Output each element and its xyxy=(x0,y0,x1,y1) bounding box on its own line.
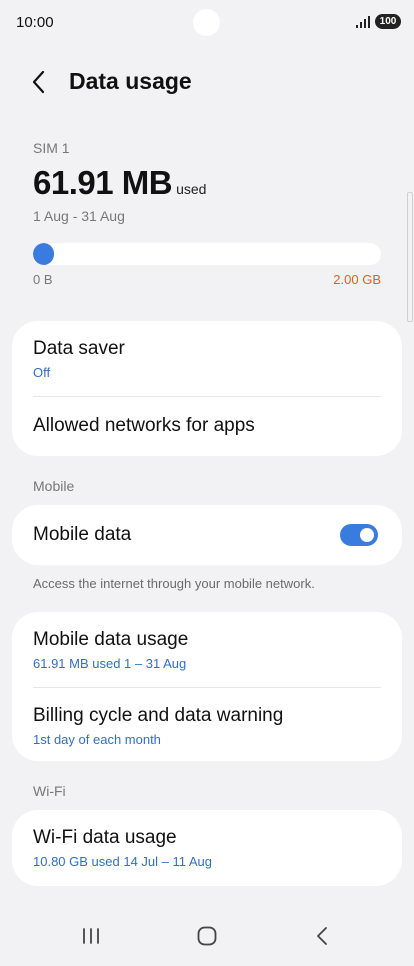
billing-cycle-item[interactable]: Billing cycle and data warning 1st day o… xyxy=(12,688,402,763)
camera-cutout xyxy=(193,9,220,36)
recent-apps-icon[interactable] xyxy=(79,924,103,948)
header: Data usage xyxy=(0,60,414,104)
wifi-data-usage-item[interactable]: Wi-Fi data usage 10.80 GB used 14 Jul – … xyxy=(12,810,402,886)
navigation-bar xyxy=(0,912,414,962)
toggle-knob xyxy=(360,528,374,542)
billing-cycle-sub: 1st day of each month xyxy=(33,732,161,747)
wifi-data-usage-sub: 10.80 GB used 14 Jul – 11 Aug xyxy=(33,854,213,869)
allowed-networks-item[interactable]: Allowed networks for apps xyxy=(12,397,402,455)
section-label-wifi: Wi-Fi xyxy=(33,783,66,799)
mobile-data-item[interactable]: Mobile data xyxy=(12,505,402,565)
data-saver-status: Off xyxy=(33,365,51,380)
mobile-data-toggle[interactable] xyxy=(340,524,378,546)
data-saver-label: Data saver xyxy=(33,338,125,359)
usage-progress-fill xyxy=(33,243,54,265)
progress-max-label: 2.00 GB xyxy=(333,272,381,287)
status-bar: 10:00 100 xyxy=(0,0,414,44)
mobile-data-helper: Access the internet through your mobile … xyxy=(33,576,315,591)
wifi-usage-card: Wi-Fi data usage 10.80 GB used 14 Jul – … xyxy=(12,810,402,886)
usage-progress-bar xyxy=(33,243,381,265)
progress-min-label: 0 B xyxy=(33,272,53,287)
battery-icon: 100 xyxy=(375,14,401,29)
scrollbar[interactable] xyxy=(407,192,413,322)
back-icon[interactable] xyxy=(311,924,335,948)
status-time: 10:00 xyxy=(16,14,54,31)
usage-period: 1 Aug - 31 Aug xyxy=(33,208,125,224)
allowed-networks-label: Allowed networks for apps xyxy=(33,415,255,436)
usage-unit-label: used xyxy=(176,181,207,197)
mobile-usage-card: Mobile data usage 61.91 MB used 1 – 31 A… xyxy=(12,612,402,761)
wifi-data-usage-label: Wi-Fi data usage xyxy=(33,827,177,848)
usage-summary: SIM 1 61.91 MB used 1 Aug - 31 Aug xyxy=(33,140,383,224)
mobile-data-card: Mobile data xyxy=(12,505,402,565)
sim-label: SIM 1 xyxy=(33,140,70,156)
signal-icon xyxy=(356,16,370,28)
mobile-data-usage-item[interactable]: Mobile data usage 61.91 MB used 1 – 31 A… xyxy=(12,612,402,687)
chevron-left-icon[interactable] xyxy=(26,68,54,96)
mobile-data-label: Mobile data xyxy=(33,524,132,545)
home-icon[interactable] xyxy=(195,924,219,948)
usage-amount: 61.91 MB xyxy=(33,164,173,201)
mobile-data-usage-sub: 61.91 MB used 1 – 31 Aug xyxy=(33,656,187,671)
billing-cycle-label: Billing cycle and data warning xyxy=(33,705,284,726)
page-title: Data usage xyxy=(69,68,192,94)
usage-amount-row: 61.91 MB used xyxy=(33,164,383,202)
data-saver-card: Data saver Off Allowed networks for apps xyxy=(12,321,402,456)
section-label-mobile: Mobile xyxy=(33,478,75,494)
data-saver-item[interactable]: Data saver Off xyxy=(12,321,402,396)
mobile-data-usage-label: Mobile data usage xyxy=(33,629,189,650)
